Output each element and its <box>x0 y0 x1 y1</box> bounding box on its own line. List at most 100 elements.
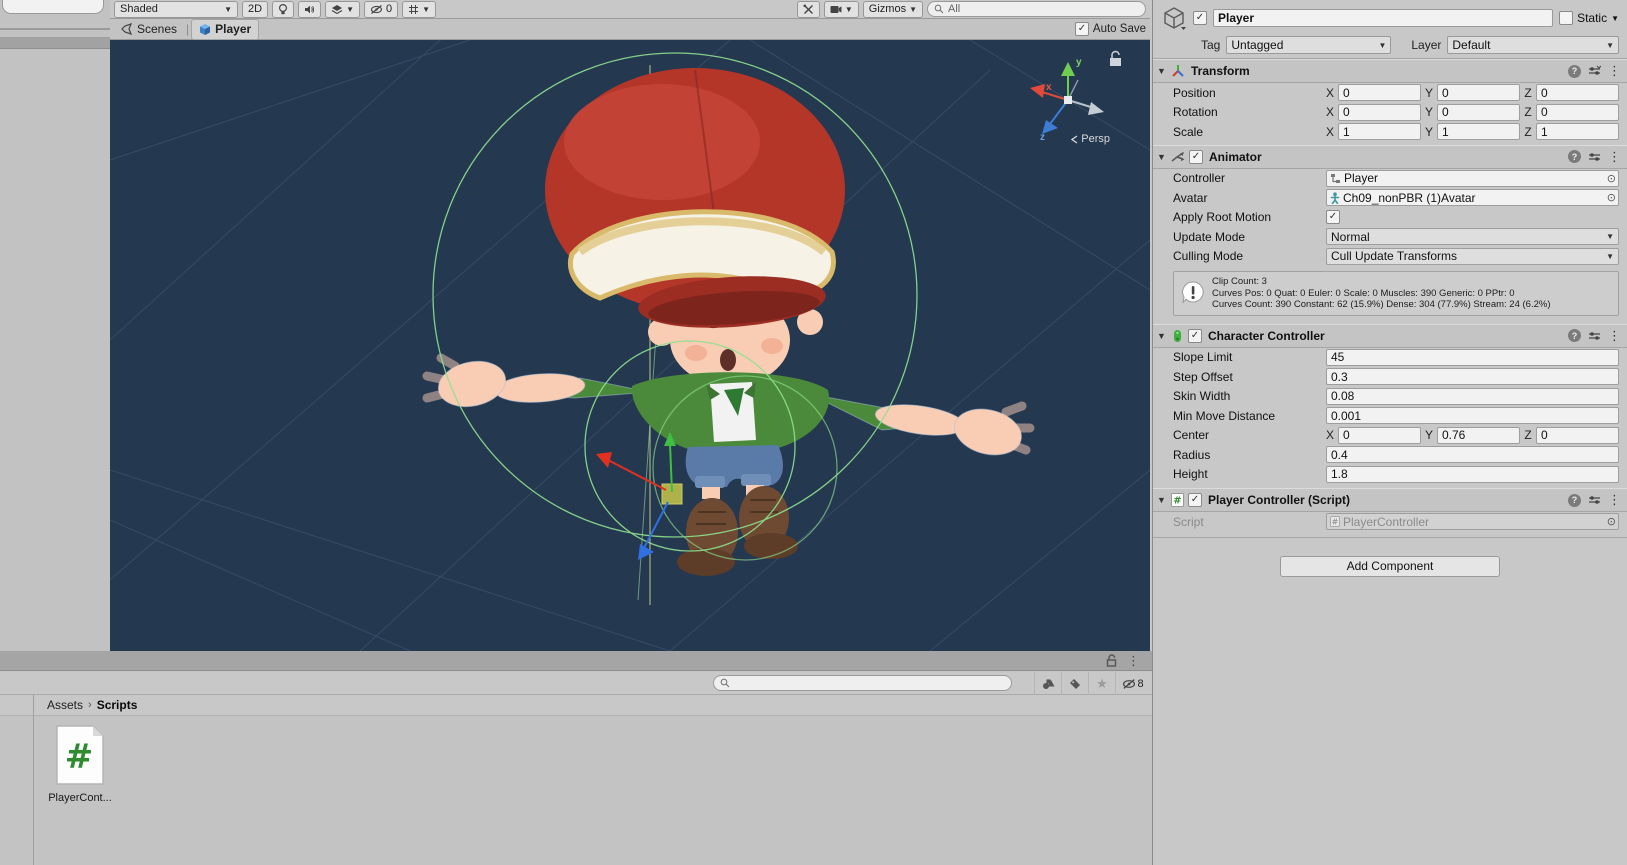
project-search-field[interactable] <box>713 675 1012 691</box>
project-panel-titlebar: ⋮ <box>0 651 1152 671</box>
position-y-input[interactable]: 0 <box>1437 84 1520 102</box>
scene-search-input[interactable]: All <box>927 1 1146 17</box>
foldout-icon[interactable]: ▼ <box>1157 331 1167 341</box>
scene-viewport[interactable]: x y z Persp <box>110 40 1150 651</box>
position-z-input[interactable]: 0 <box>1536 84 1619 102</box>
rotation-x-input[interactable]: 0 <box>1338 103 1421 121</box>
favorites-button[interactable]: ★ <box>1088 672 1115 695</box>
project-toolbar: ★ 8 <box>0 672 1152 695</box>
slope-limit-input[interactable]: 45 <box>1326 348 1619 366</box>
search-by-label-button[interactable] <box>1061 672 1088 695</box>
scale-y-input[interactable]: 1 <box>1437 123 1520 141</box>
tab-player[interactable]: Player <box>191 18 260 40</box>
rotation-z-input[interactable]: 0 <box>1536 103 1619 121</box>
effects-icon <box>331 4 343 14</box>
kebab-menu-icon[interactable]: ⋮ <box>1608 63 1621 79</box>
static-checkbox[interactable]: ✓ <box>1559 11 1574 25</box>
center-x-input[interactable]: 0 <box>1338 426 1421 444</box>
avatar-row: Avatar Ch09_nonPBR (1)Avatar ⊙ <box>1153 188 1627 208</box>
cube-icon <box>200 23 211 35</box>
position-x-input[interactable]: 0 <box>1338 84 1421 102</box>
search-by-type-button[interactable] <box>1034 672 1061 695</box>
kebab-menu-icon[interactable]: ⋮ <box>1127 653 1140 669</box>
scene-visibility-button[interactable]: 0 <box>363 0 399 18</box>
scene-lighting-button[interactable] <box>272 0 295 18</box>
breadcrumb-assets[interactable]: Assets <box>47 698 83 712</box>
layer-dropdown[interactable]: Default ▼ <box>1447 36 1619 54</box>
project-content-area[interactable]: # PlayerCont... <box>0 716 1152 865</box>
help-icon[interactable]: ? <box>1568 493 1581 507</box>
perspective-toggle[interactable]: Persp <box>1071 133 1110 145</box>
csharp-script-file-icon: # <box>56 725 104 785</box>
grid-settings-dropdown[interactable]: ▼ <box>402 0 437 18</box>
foldout-icon[interactable]: ▼ <box>1157 152 1167 162</box>
character-controller-header[interactable]: ▼ ✓ Character Controller ? ⋮ <box>1153 323 1627 348</box>
tab-scenes[interactable]: Scenes <box>114 20 184 39</box>
step-offset-input[interactable]: 0.3 <box>1326 368 1619 386</box>
shading-mode-dropdown[interactable]: Shaded ▼ <box>114 0 238 18</box>
axis-z-label: z <box>1040 132 1045 143</box>
update-mode-dropdown[interactable]: Normal ▼ <box>1326 228 1619 246</box>
avatar-object-field[interactable]: Ch09_nonPBR (1)Avatar ⊙ <box>1326 189 1619 207</box>
rotation-y-input[interactable]: 0 <box>1437 103 1520 121</box>
breadcrumb-scripts[interactable]: Scripts <box>97 698 138 712</box>
foldout-icon[interactable]: ▼ <box>1157 495 1167 505</box>
2d-toggle-button[interactable]: 2D <box>242 0 269 18</box>
project-search-input[interactable] <box>734 676 1005 690</box>
animator-icon <box>1171 151 1185 162</box>
foldout-icon[interactable]: ▼ <box>1157 66 1167 76</box>
animator-component-header[interactable]: ▼ ✓ Animator ? ⋮ <box>1153 144 1627 169</box>
apply-root-motion-checkbox[interactable]: ✓ <box>1326 210 1340 225</box>
animator-info-box: Clip Count: 3 Curves Pos: 0 Quat: 0 Eule… <box>1173 271 1619 316</box>
presets-icon[interactable] <box>1588 330 1601 342</box>
auto-save-toggle[interactable]: ✓ Auto Save <box>1074 22 1146 36</box>
kebab-menu-icon[interactable]: ⋮ <box>1608 492 1621 508</box>
hidden-packages-button[interactable]: 8 <box>1115 672 1150 695</box>
presets-icon[interactable] <box>1588 151 1601 163</box>
presets-icon[interactable] <box>1588 494 1601 506</box>
auto-save-checkbox[interactable]: ✓ <box>1074 22 1089 36</box>
scene-tools-button[interactable] <box>796 0 820 18</box>
active-checkbox[interactable]: ✓ <box>1193 11 1207 25</box>
scale-x-input[interactable]: 1 <box>1338 123 1421 141</box>
scale-z-input[interactable]: 1 <box>1536 123 1619 141</box>
divider <box>0 28 110 30</box>
tag-dropdown[interactable]: Untagged ▼ <box>1226 36 1392 54</box>
presets-icon[interactable] <box>1588 65 1601 77</box>
hierarchy-search-input[interactable] <box>2 0 104 14</box>
help-icon[interactable]: ? <box>1568 329 1581 342</box>
player-controller-script-header[interactable]: ▼ # ✓ Player Controller (Script) ? ⋮ <box>1153 488 1627 512</box>
kebab-menu-icon[interactable]: ⋮ <box>1608 328 1621 344</box>
eye-slash-icon <box>1123 678 1136 689</box>
help-icon[interactable]: ? <box>1568 64 1581 78</box>
min-move-distance-input[interactable]: 0.001 <box>1326 407 1619 425</box>
object-picker-icon[interactable]: ⊙ <box>1607 191 1616 204</box>
scene-audio-button[interactable] <box>298 0 322 18</box>
help-icon[interactable]: ? <box>1568 150 1581 163</box>
kebab-menu-icon[interactable]: ⋮ <box>1608 149 1621 165</box>
height-input[interactable]: 1.8 <box>1326 465 1619 483</box>
component-enabled-checkbox[interactable]: ✓ <box>1188 328 1202 343</box>
skin-width-input[interactable]: 0.08 <box>1326 387 1619 405</box>
center-z-input[interactable]: 0 <box>1536 426 1619 444</box>
gameobject-cube-icon[interactable] <box>1161 5 1187 31</box>
scene-camera-dropdown[interactable]: ▼ <box>823 0 859 18</box>
gizmos-dropdown[interactable]: Gizmos ▼ <box>862 0 923 18</box>
gameobject-name-input[interactable] <box>1213 9 1554 27</box>
transform-icon <box>1172 65 1184 77</box>
controller-object-field[interactable]: Player ⊙ <box>1326 169 1619 187</box>
component-enabled-checkbox[interactable]: ✓ <box>1189 149 1203 164</box>
center-y-input[interactable]: 0.76 <box>1437 426 1520 444</box>
lock-icon[interactable] <box>1106 654 1117 667</box>
chevron-down-icon[interactable]: ▼ <box>1611 14 1619 23</box>
culling-mode-dropdown[interactable]: Cull Update Transforms ▼ <box>1326 247 1619 265</box>
transform-component-header[interactable]: ▼ Transform ? ⋮ <box>1153 59 1627 83</box>
gameobject-header: ✓ ✓ Static ▼ Tag Untagged▼ Layer Default… <box>1153 0 1627 59</box>
radius-input[interactable]: 0.4 <box>1326 446 1619 464</box>
object-picker-icon[interactable]: ⊙ <box>1607 172 1616 185</box>
script-asset-item[interactable]: # PlayerCont... <box>40 724 120 804</box>
component-enabled-checkbox[interactable]: ✓ <box>1188 493 1202 507</box>
move-gizmo <box>596 432 683 560</box>
scene-effects-dropdown[interactable]: ▼ <box>325 0 360 18</box>
add-component-button[interactable]: Add Component <box>1280 555 1500 577</box>
